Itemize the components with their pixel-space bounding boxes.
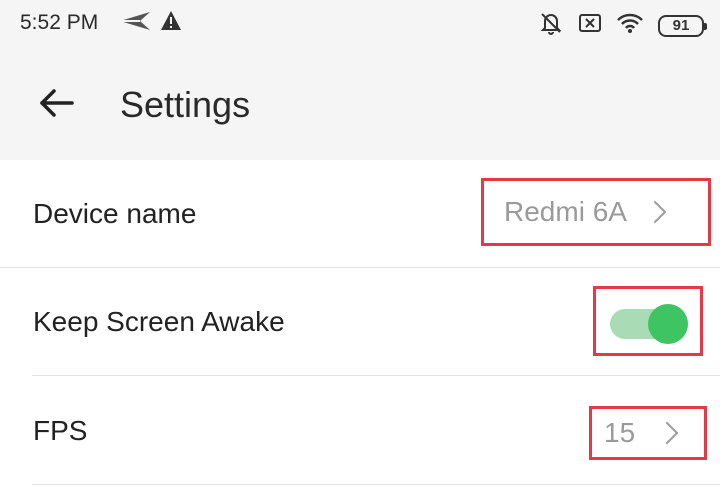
back-button[interactable] — [30, 80, 84, 130]
fps-row[interactable]: FPS 15 — [0, 377, 720, 485]
device-name-label: Device name — [33, 198, 197, 229]
chevron-right-icon — [665, 421, 679, 445]
wifi-icon — [616, 12, 644, 39]
notifications-off-icon — [538, 10, 564, 41]
arrow-back-icon — [39, 88, 75, 123]
divider — [32, 375, 720, 376]
sim-disabled-icon — [578, 12, 602, 39]
keep-screen-awake-row[interactable]: Keep Screen Awake — [0, 268, 720, 376]
keep-screen-awake-toggle[interactable] — [593, 286, 703, 356]
battery-icon: 91 — [658, 14, 707, 37]
keep-screen-awake-label: Keep Screen Awake — [33, 306, 285, 337]
app-bar: Settings — [0, 50, 720, 160]
fps-value: 15 — [604, 417, 636, 448]
page-title: Settings — [120, 84, 251, 125]
fps-value-button[interactable]: 15 — [589, 406, 707, 460]
divider — [32, 484, 720, 485]
device-name-value-button[interactable]: Redmi 6A — [481, 178, 711, 246]
toggle-knob — [648, 304, 688, 344]
fps-label: FPS — [33, 415, 88, 446]
device-name-value: Redmi 6A — [504, 196, 627, 227]
warning-icon — [160, 10, 182, 37]
send-icon — [118, 10, 152, 37]
status-bar: 5:52 PM 91 — [0, 0, 720, 50]
device-name-row[interactable]: Device name Redmi 6A — [0, 160, 720, 268]
status-time: 5:52 PM — [20, 11, 99, 34]
chevron-right-icon — [653, 200, 667, 224]
